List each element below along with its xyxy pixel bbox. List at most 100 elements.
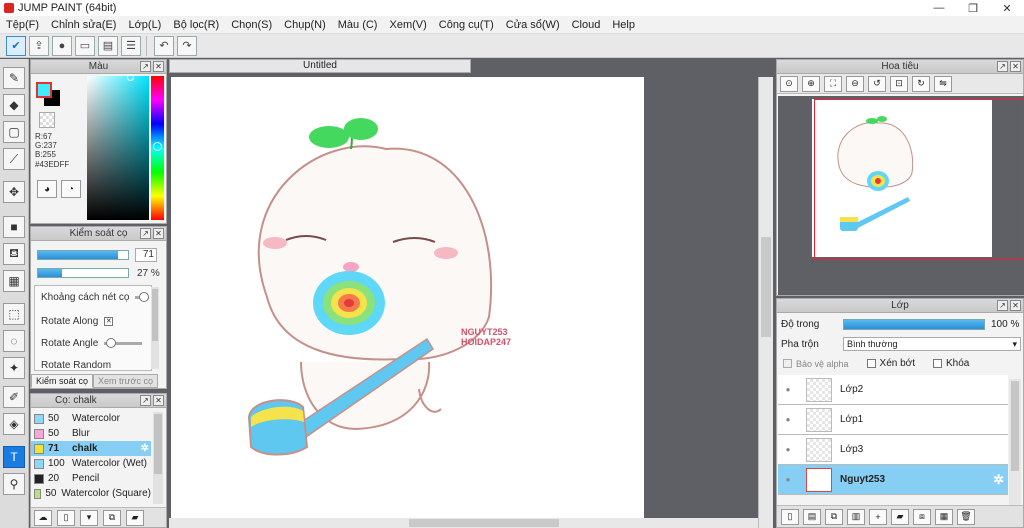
menu-filter[interactable]: Bộ lọc(R): [167, 19, 225, 31]
close-icon[interactable]: ✕: [153, 228, 164, 239]
transparent-color-swatch[interactable]: [39, 112, 55, 128]
drawing-canvas[interactable]: NGUYT253 HOIDAP247: [171, 77, 644, 524]
copy-brush-icon[interactable]: ⧉: [103, 509, 121, 526]
menu-cloud[interactable]: Cloud: [566, 19, 607, 31]
eyedropper-tool-icon[interactable]: ⚲: [3, 473, 25, 495]
rotate-right-icon[interactable]: ↻: [912, 75, 930, 92]
document-tab[interactable]: Untitled: [169, 59, 471, 73]
brush-opacity-slider[interactable]: [37, 268, 129, 278]
check-icon[interactable]: ✔: [6, 35, 26, 56]
layer-settings-icon[interactable]: ✲: [993, 472, 1004, 488]
delete-layer-icon[interactable]: 🗑: [957, 508, 975, 525]
canvas-vscroll-thumb[interactable]: [761, 237, 771, 337]
select-eraser-tool-icon[interactable]: ◈: [3, 413, 25, 435]
undo-icon[interactable]: ↶: [154, 35, 174, 56]
eraser-tool-icon[interactable]: ◆: [3, 94, 25, 116]
select-rect-tool-icon[interactable]: ⬚: [3, 303, 25, 325]
layer-row[interactable]: ● Lớp2: [778, 375, 1008, 405]
brush-spacing-knob[interactable]: [139, 292, 150, 302]
document-icon[interactable]: ▤: [98, 35, 118, 56]
new-8bit-layer-icon[interactable]: ▥: [847, 508, 865, 525]
brush-list-scrollbar[interactable]: [153, 412, 163, 504]
magic-wand-tool-icon[interactable]: ✦: [3, 357, 25, 379]
foreground-color-swatch[interactable]: [36, 82, 52, 98]
brush-folder-icon[interactable]: ▰: [126, 509, 144, 526]
close-icon[interactable]: ✕: [153, 61, 164, 72]
menu-file[interactable]: Tệp(F): [0, 19, 45, 31]
maximize-button[interactable]: ❐: [956, 0, 990, 16]
menu-tools[interactable]: Công cụ(T): [433, 19, 500, 31]
layer-mask-icon[interactable]: ▦: [935, 508, 953, 525]
menu-window[interactable]: Cửa sổ(W): [500, 19, 566, 31]
close-icon[interactable]: ✕: [153, 395, 164, 406]
hue-slider-handle[interactable]: [153, 142, 162, 151]
flip-icon[interactable]: ⇋: [934, 75, 952, 92]
pin-icon[interactable]: ↗: [140, 61, 151, 72]
menu-help[interactable]: Help: [606, 19, 641, 31]
layer-list-scrollbar[interactable]: [1009, 379, 1021, 505]
rectangle-tool-icon[interactable]: ▢: [3, 121, 25, 143]
canvas-vertical-scrollbar[interactable]: [758, 77, 773, 528]
comment-icon[interactable]: ●: [52, 35, 72, 56]
saturation-value-picker[interactable]: [87, 76, 149, 220]
rotate-along-checkbox[interactable]: ✕: [104, 317, 114, 326]
copy-layer-icon[interactable]: ⧉: [825, 508, 843, 525]
settings-list-icon[interactable]: ☰: [121, 35, 141, 56]
pin-icon[interactable]: ↗: [997, 300, 1008, 311]
move-tool-icon[interactable]: ✥: [3, 181, 25, 203]
protect-alpha-checkbox[interactable]: [783, 359, 792, 368]
reset-view-icon[interactable]: ⊡: [890, 75, 908, 92]
menu-edit[interactable]: Chỉnh sửa(E): [45, 19, 122, 31]
navigator-viewport-rect[interactable]: [814, 99, 1024, 259]
text-tool-icon[interactable]: T: [3, 446, 25, 468]
brush-item[interactable]: 50 Blur: [31, 426, 151, 441]
layer-row[interactable]: ● Lớp1: [778, 405, 1008, 435]
clip-checkbox[interactable]: [866, 359, 876, 368]
bucket-tool-icon[interactable]: ⛾: [3, 243, 25, 265]
layer-visibility-icon[interactable]: ●: [778, 385, 798, 394]
line-tool-icon[interactable]: ⟋: [3, 148, 25, 170]
brush-spacing-slider[interactable]: [135, 292, 150, 302]
blend-mode-select[interactable]: Bình thường: [843, 337, 1021, 351]
cloud-brush-icon[interactable]: ☁: [34, 509, 52, 526]
close-icon[interactable]: ✕: [1010, 300, 1021, 311]
layer-visibility-icon[interactable]: ●: [778, 475, 798, 484]
brush-settings-icon[interactable]: ✲: [141, 443, 149, 454]
brush-size-value[interactable]: 71: [135, 248, 157, 262]
brush-item[interactable]: 71 chalk ✲: [31, 441, 151, 456]
share-icon[interactable]: ⇪: [29, 35, 49, 56]
menu-color[interactable]: Màu (C): [332, 19, 384, 31]
layer-visibility-icon[interactable]: ●: [778, 415, 798, 424]
zoom-out-icon[interactable]: ⊖: [846, 75, 864, 92]
new-brush-icon[interactable]: ▯: [57, 509, 75, 526]
pin-icon[interactable]: ↗: [140, 228, 151, 239]
new-layer-icon[interactable]: ▯: [781, 508, 799, 525]
canvas-hscroll-thumb[interactable]: [409, 519, 559, 527]
lock-checkbox[interactable]: [933, 359, 943, 368]
brush-item[interactable]: 50 Watercolor: [31, 411, 151, 426]
menu-capture[interactable]: Chụp(N): [278, 19, 332, 31]
lasso-tool-icon[interactable]: ◌: [3, 330, 25, 352]
sv-picker-cursor[interactable]: [127, 74, 134, 81]
layer-folder-icon[interactable]: ▰: [891, 508, 909, 525]
palette-icon[interactable]: ◕: [37, 180, 57, 198]
brush-item[interactable]: 50 Watercolor (Square): [31, 486, 151, 501]
fill-rect-tool-icon[interactable]: ■: [3, 216, 25, 238]
new-raster-layer-icon[interactable]: ▤: [803, 508, 821, 525]
minimize-button[interactable]: —: [922, 0, 956, 16]
menu-view[interactable]: Xem(V): [383, 19, 432, 31]
fit-window-icon[interactable]: ⛶: [824, 75, 842, 92]
layer-visibility-icon[interactable]: ●: [778, 445, 798, 454]
rotate-left-icon[interactable]: ↺: [868, 75, 886, 92]
select-pen-tool-icon[interactable]: ✐: [3, 386, 25, 408]
close-window-button[interactable]: ✕: [990, 0, 1024, 16]
pin-icon[interactable]: ↗: [140, 395, 151, 406]
brush-menu-icon[interactable]: ▾: [80, 509, 98, 526]
brush-item[interactable]: 100 Watercolor (Wet): [31, 456, 151, 471]
tab-brush-control[interactable]: Kiểm soát cọ: [31, 374, 94, 388]
brush-options-scrollbar[interactable]: [151, 287, 159, 369]
brush-size-slider[interactable]: [37, 250, 129, 260]
monitor-icon[interactable]: ▭: [75, 35, 95, 56]
zoom-in-icon[interactable]: ⊕: [802, 75, 820, 92]
palette-edit-icon[interactable]: ◔: [61, 180, 81, 198]
